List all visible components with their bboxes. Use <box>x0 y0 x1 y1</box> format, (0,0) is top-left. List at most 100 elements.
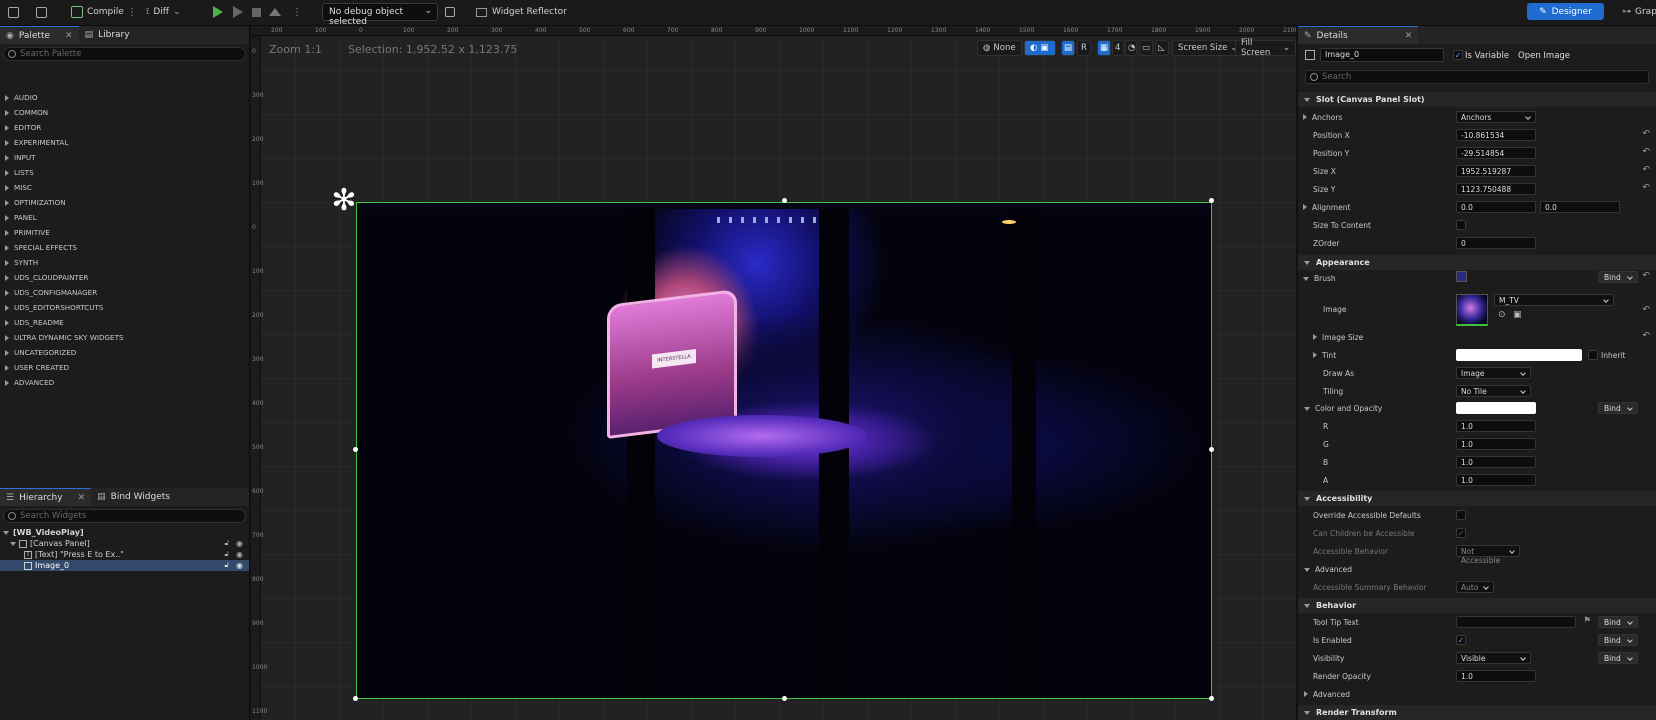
lock-icon[interactable]: 🔓︎ <box>224 539 229 548</box>
close-icon[interactable]: ✕ <box>78 493 86 503</box>
reset-icon[interactable]: ↶ <box>1642 165 1650 175</box>
resize-handle-top[interactable] <box>782 198 787 203</box>
screen-size-dropdown[interactable]: Screen Size ⌄ <box>1172 40 1244 56</box>
r-field[interactable]: 1.0 <box>1456 420 1536 432</box>
image-widget-selected[interactable]: INTERSTELLA <box>356 202 1212 699</box>
section-behavior[interactable]: Behavior <box>1298 598 1656 613</box>
resize-handle-bottom-left[interactable] <box>353 696 358 701</box>
is-enabled-checkbox[interactable]: ✓ <box>1456 635 1466 645</box>
palette-search-input[interactable]: Search Palette <box>3 47 246 61</box>
tooltip-field[interactable] <box>1456 616 1576 628</box>
palette-category[interactable]: AUDIO <box>5 93 38 102</box>
palette-category[interactable]: ADVANCED <box>5 378 54 387</box>
play-options-icon[interactable]: ⋮ <box>292 3 302 21</box>
enabled-bind-dropdown[interactable]: Bind <box>1598 634 1638 646</box>
hierarchy-search-input[interactable]: Search Widgets <box>3 509 246 523</box>
outline-toggle-button[interactable]: ▤ <box>1061 40 1075 56</box>
g-field[interactable]: 1.0 <box>1456 438 1536 450</box>
summary-behavior-dropdown[interactable]: Auto <box>1456 581 1494 593</box>
flag-icon[interactable]: ⚑ <box>1583 616 1591 626</box>
palette-category[interactable]: SYNTH <box>5 258 38 267</box>
close-icon[interactable]: ✕ <box>65 31 73 41</box>
resize-handle-right[interactable] <box>1209 447 1214 452</box>
palette-category[interactable]: PANEL <box>5 213 37 222</box>
save-icon[interactable] <box>8 3 23 21</box>
palette-category[interactable]: ULTRA DYNAMIC SKY WIDGETS <box>5 333 124 342</box>
close-icon[interactable]: ✕ <box>1405 31 1413 41</box>
eye-icon[interactable]: ◉ <box>236 561 243 570</box>
use-asset-icon[interactable]: ⊙ <box>1498 310 1506 320</box>
palette-category[interactable]: OPTIMIZATION <box>5 198 66 207</box>
visibility-dropdown[interactable]: Visible <box>1456 652 1531 664</box>
palette-category[interactable]: COMMON <box>5 108 48 117</box>
browse-asset-icon[interactable]: ▣ <box>1513 310 1522 320</box>
expand-arrow-icon[interactable] <box>1304 691 1308 697</box>
palette-category[interactable]: UDS_EDITORSHORTCUTS <box>5 303 103 312</box>
alignment-y-field[interactable]: 0.0 <box>1540 201 1620 213</box>
collapse-arrow-icon[interactable] <box>1304 407 1310 411</box>
color-opacity-swatch[interactable] <box>1456 402 1536 414</box>
anchors-dropdown[interactable]: Anchors <box>1456 111 1536 123</box>
palette-category[interactable]: SPECIAL EFFECTS <box>5 243 77 252</box>
visibility-bind-dropdown[interactable]: Bind <box>1598 652 1638 664</box>
stop-button[interactable] <box>252 3 261 21</box>
widget-reflector-button[interactable]: Widget Reflector <box>476 3 567 21</box>
anchor-widget-icon[interactable]: ✻ <box>330 186 358 216</box>
widget-culture-button[interactable]: ◍ None <box>977 40 1022 56</box>
find-icon[interactable] <box>445 3 459 21</box>
diff-button[interactable]: ⟟ Diff ⌄ <box>146 3 181 21</box>
alignment-x-field[interactable]: 0.0 <box>1456 201 1536 213</box>
image-thumbnail[interactable] <box>1456 294 1488 326</box>
section-slot[interactable]: Slot (Canvas Panel Slot) <box>1298 92 1656 107</box>
image-asset-dropdown[interactable]: M_TV <box>1494 294 1614 306</box>
palette-category[interactable]: LISTS <box>5 168 34 177</box>
reset-icon[interactable]: ↶ <box>1642 271 1650 281</box>
draw-as-dropdown[interactable]: Image <box>1456 367 1531 379</box>
browse-icon[interactable] <box>36 3 51 21</box>
tooltip-bind-dropdown[interactable]: Bind <box>1598 616 1638 628</box>
tab-library[interactable]: ▤ Library <box>79 26 136 44</box>
accessible-behavior-dropdown[interactable]: Not Accessible <box>1456 545 1520 565</box>
collapse-arrow-icon[interactable] <box>1304 568 1310 572</box>
palette-category[interactable]: UDS_CONFIGMANAGER <box>5 288 97 297</box>
expand-arrow-icon[interactable] <box>10 541 16 546</box>
palette-category[interactable]: MISC <box>5 183 32 192</box>
brush-bind-dropdown[interactable]: Bind <box>1598 271 1638 283</box>
expand-arrow-icon[interactable] <box>3 530 9 535</box>
brush-thumbnail[interactable] <box>1456 271 1467 282</box>
reset-icon[interactable]: ↶ <box>1642 305 1650 315</box>
respect-locks-button[interactable]: R <box>1077 40 1091 56</box>
localization-icon[interactable]: ◔ <box>1125 40 1137 56</box>
section-appearance[interactable]: Appearance <box>1298 255 1656 270</box>
is-variable-checkbox[interactable]: ✓ <box>1453 50 1463 60</box>
palette-category[interactable]: UDS_CLOUDPAINTER <box>5 273 88 282</box>
tiling-dropdown[interactable]: No Tile <box>1456 385 1531 397</box>
reset-icon[interactable]: ↶ <box>1642 129 1650 139</box>
tree-item-image[interactable]: Image_0 🔓︎ ◉ <box>0 560 249 571</box>
reset-icon[interactable]: ↶ <box>1642 183 1650 193</box>
play-button[interactable] <box>213 3 223 21</box>
tree-item-text[interactable]: T [Text] "Press E to Ex.." 🔓︎ ◉ <box>0 549 249 560</box>
b-field[interactable]: 1.0 <box>1456 456 1536 468</box>
fill-screen-dropdown[interactable]: Fill Screen ⌄ <box>1235 38 1296 58</box>
graph-mode-button[interactable]: ⊶ Grap <box>1622 3 1656 21</box>
section-render-transform[interactable]: Render Transform <box>1298 705 1656 720</box>
collapse-arrow-icon[interactable] <box>1303 277 1309 281</box>
palette-category[interactable]: USER CREATED <box>5 363 69 372</box>
render-opacity-field[interactable]: 1.0 <box>1456 670 1536 682</box>
grid-snap-button[interactable]: ▦ <box>1097 40 1111 56</box>
children-accessible-checkbox[interactable]: ✓ <box>1456 528 1466 538</box>
designer-viewport[interactable]: 200 100 0 100 200 300 400 500 600 700 800 900 1000 11… <box>251 26 1296 720</box>
palette-category[interactable]: UDS_README <box>5 318 64 327</box>
open-image-link[interactable]: Open Image <box>1518 51 1570 61</box>
override-checkbox[interactable] <box>1456 510 1466 520</box>
a-field[interactable]: 1.0 <box>1456 474 1536 486</box>
palette-category[interactable]: EDITOR <box>5 123 41 132</box>
reset-icon[interactable]: ↶ <box>1642 147 1650 157</box>
tab-palette[interactable]: ◉ Palette ✕ <box>0 26 79 44</box>
expand-arrow-icon[interactable] <box>1303 114 1307 120</box>
tab-details[interactable]: ✎ Details ✕ <box>1298 26 1419 44</box>
size-y-field[interactable]: 1123.750488 <box>1456 183 1536 195</box>
designer-mode-button[interactable]: ✎ Designer <box>1527 3 1604 20</box>
palette-category[interactable]: EXPERIMENTAL <box>5 138 68 147</box>
